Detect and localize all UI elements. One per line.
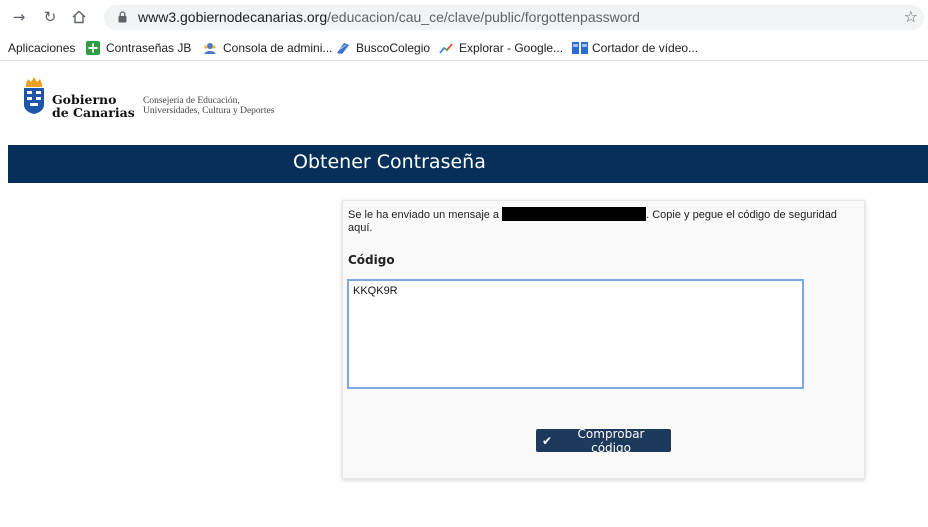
bookmark-aplicaciones[interactable]: Aplicaciones [8,39,75,56]
video-cutter-icon [572,41,588,55]
canarias-emblem-logo[interactable] [22,75,46,115]
green-plus-icon [86,40,100,55]
bookmark-label: Contraseñas JB [106,40,192,55]
bookmark-cortador-video[interactable]: Cortador de vídeo... [572,39,698,56]
checkmark-icon: ✔ [542,433,553,448]
url-host: www3.gobiernodecanarias.org [138,9,328,25]
check-code-label: Comprobar código [577,426,645,455]
url-text[interactable]: www3.gobiernodecanarias.org/educacion/ca… [138,9,640,25]
logo-line2: de Canarias [52,105,135,120]
buscocolegio-icon [336,41,350,55]
code-label: Código [348,253,395,267]
bookmark-label: Aplicaciones [8,40,76,55]
bookmark-label: Consola de admini... [223,40,333,55]
bookmark-contrasenas-jb[interactable]: Contraseñas JB [86,39,191,56]
bookmark-consola-admin[interactable]: Consola de admini... [203,39,332,56]
message-before: Se le ha enviado un mensaje a [348,209,500,221]
gobierno-canarias-logo-text: Gobierno de Canarias [52,93,135,119]
bookmarks-bar: Aplicaciones Contraseñas JB Consola de a… [0,35,928,61]
code-textarea[interactable]: KKQK9R [347,279,804,389]
page-title: Obtener Contraseña [293,151,486,173]
check-code-button[interactable]: ✔ Comprobar código [536,426,671,455]
url-path: /educacion/cau_ce/clave/public/forgotten… [327,9,640,25]
code-verification-card: Se le ha enviado un mensaje a . Copie y … [342,200,865,479]
star-icon[interactable]: ☆ [904,7,918,26]
redacted-recipient [502,207,647,221]
lock-icon [118,11,127,23]
reload-icon[interactable]: ↻ [40,7,60,27]
page-title-bar: Obtener Contraseña [8,145,928,183]
admin-console-icon [203,41,217,55]
forward-arrow-icon[interactable]: → [9,7,29,27]
sent-message: Se le ha enviado un mensaje a . Copie y … [348,207,860,235]
bookmark-label: BuscoColegio [356,40,431,55]
bookmark-label: Cortador de vídeo... [592,40,699,55]
bookmark-explorar-google[interactable]: Explorar - Google... [439,39,563,56]
consejeria-text: Consejería de Educación, Universidades, … [143,96,274,116]
consejeria-line2: Universidades, Cultura y Deportes [143,106,275,116]
browser-toolbar: → ↻ www3.gobiernodecanarias.org/educacio… [0,0,928,35]
home-icon[interactable] [69,7,89,27]
url-bar[interactable]: www3.gobiernodecanarias.org/educacion/ca… [104,5,924,30]
site-header: Gobierno de Canarias Consejería de Educa… [0,61,928,145]
explore-chart-icon [439,41,453,55]
bookmark-buscocolegio[interactable]: BuscoColegio [336,39,430,56]
consejeria-line1: Consejería de Educación, [143,96,240,106]
bookmark-label: Explorar - Google... [459,40,564,55]
home-icon-svg [72,10,86,24]
